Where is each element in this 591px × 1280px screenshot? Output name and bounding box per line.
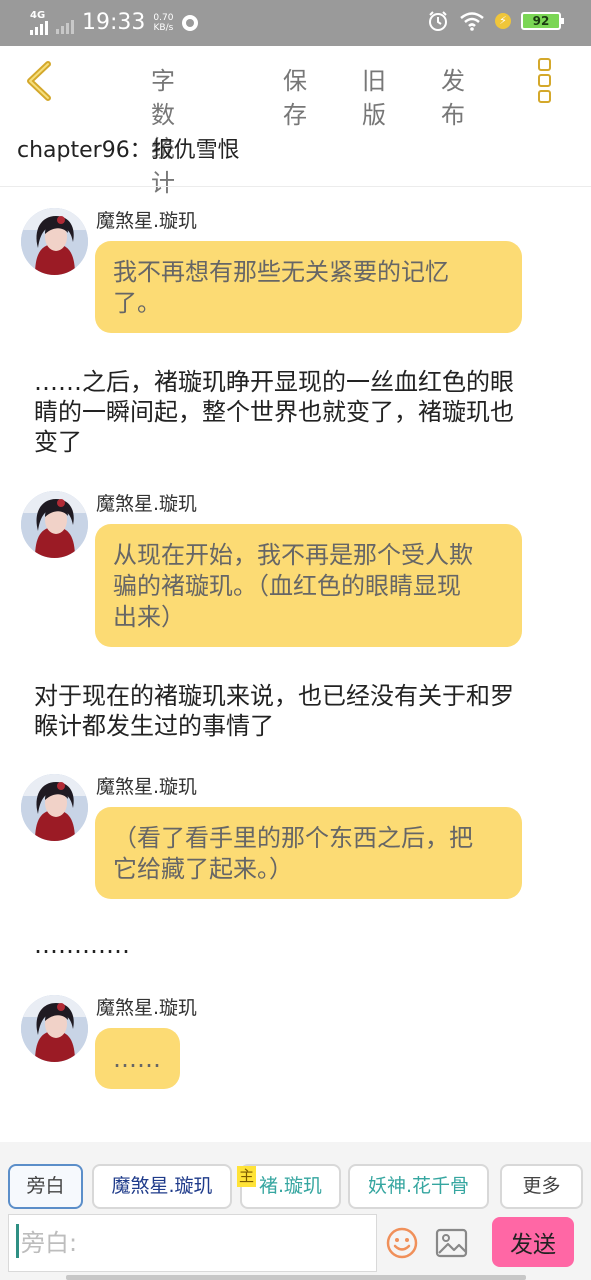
speaker-name: 魔煞星.璇玑 [96, 210, 198, 232]
emoji-smile-icon[interactable] [386, 1227, 418, 1259]
image-icon[interactable] [435, 1228, 468, 1258]
message-bubble[interactable]: …… [95, 1028, 180, 1089]
narration-line: ………… [34, 931, 130, 959]
chevron-left-icon[interactable] [18, 58, 62, 104]
message-input-box[interactable] [8, 1214, 377, 1272]
speaker-name: 魔煞星.璇玑 [96, 493, 198, 515]
signal-icon: 4G [30, 11, 48, 35]
more-vertical-icon[interactable] [532, 58, 556, 106]
message-line: 了。 [113, 289, 161, 317]
message-line: 它给藏了起来。） [113, 855, 293, 883]
message-bubble[interactable]: （看了看手里的那个东西之后，把 它给藏了起来。） [95, 807, 522, 899]
clock: 19:33 [82, 10, 146, 35]
divider [0, 186, 591, 187]
message-line: …… [113, 1045, 161, 1073]
role-chip-moshaxing-xuanji[interactable]: 魔煞星.璇玑 [92, 1164, 232, 1209]
charging-icon: ⚡ [495, 13, 511, 29]
word-count-button[interactable]: 字数统计 [151, 64, 175, 200]
narration-line: 变了 [34, 428, 82, 456]
send-button[interactable]: 发送 [492, 1217, 574, 1267]
avatar[interactable] [21, 491, 88, 558]
main-character-badge: 主 [237, 1166, 256, 1187]
narration-line: 对于现在的褚璇玑来说，也已经没有关于和罗 [34, 682, 514, 710]
avatar[interactable] [21, 208, 88, 275]
message-line: （看了看手里的那个东西之后，把 [113, 824, 473, 852]
location-icon [182, 15, 199, 31]
narration-line: ……之后，褚璇玑睁开显现的一丝血红色的眼 [34, 368, 514, 396]
battery-icon: 92 [521, 12, 564, 30]
message-item: 魔煞星.璇玑 我不再想有那些无关紧要的记忆 了。 [0, 208, 591, 343]
speed-value: 0.70 [153, 13, 174, 23]
narration-text[interactable]: 对于现在的褚璇玑来说，也已经没有关于和罗 睺计都发生过的事情了 [34, 681, 564, 741]
message-item: 魔煞星.璇玑 （看了看手里的那个东西之后，把 它给藏了起来。） [0, 774, 591, 909]
avatar[interactable] [21, 995, 88, 1062]
message-line: 出来） [113, 603, 185, 631]
narration-line: 睺计都发生过的事情了 [34, 712, 274, 740]
old-version-button[interactable]: 旧版 [362, 64, 386, 132]
message-bubble[interactable]: 我不再想有那些无关紧要的记忆 了。 [95, 241, 522, 333]
message-line: 从现在开始，我不再是那个受人欺 [113, 541, 473, 569]
publish-button[interactable]: 发布 [441, 64, 465, 132]
speaker-name: 魔煞星.璇玑 [96, 997, 198, 1019]
network-type: 4G [30, 10, 46, 21]
save-button[interactable]: 保存 [283, 64, 307, 132]
network-speed: 0.70 KB/s [153, 13, 173, 33]
alarm-icon [429, 11, 447, 31]
narration-text[interactable]: ……之后，褚璇玑睁开显现的一丝血红色的眼 睛的一瞬间起，整个世界也就变了，褚璇玑… [34, 367, 564, 457]
message-input[interactable] [9, 1215, 376, 1271]
status-right: ⚡ 92 [427, 10, 564, 32]
message-item: 魔煞星.璇玑 从现在开始，我不再是那个受人欺 骗的褚璇玑。（血红色的眼睛显现 出… [0, 491, 591, 656]
narration-text[interactable]: ………… [34, 930, 564, 960]
avatar[interactable] [21, 774, 88, 841]
message-line: 骗的褚璇玑。（血红色的眼睛显现 [113, 572, 461, 600]
status-bar: 4G 19:33 0.70 KB/s ⚡ 92 [0, 0, 591, 46]
message-bubble[interactable]: 从现在开始，我不再是那个受人欺 骗的褚璇玑。（血红色的眼睛显现 出来） [95, 524, 522, 647]
role-chip-narrator[interactable]: 旁白 [8, 1164, 83, 1209]
wifi-icon [460, 12, 484, 31]
chapter-title: chapter96：报仇雪恨 [17, 138, 240, 163]
speed-unit: KB/s [153, 23, 174, 33]
battery-level: 92 [532, 14, 550, 28]
message-item: 魔煞星.璇玑 …… [0, 995, 591, 1100]
role-chip-yaoshen-huaqiangu[interactable]: 妖神.花千骨 [348, 1164, 489, 1209]
navigation-bar [66, 1275, 526, 1280]
speaker-name: 魔煞星.璇玑 [96, 776, 198, 798]
app-toolbar: 字数统计 保存 旧版 发布 [0, 46, 591, 197]
message-line: 我不再想有那些无关紧要的记忆 [113, 258, 449, 286]
status-left: 4G 19:33 0.70 KB/s [30, 8, 199, 38]
more-roles-button[interactable]: 更多 [500, 1164, 583, 1209]
text-cursor [16, 1224, 19, 1258]
signal-secondary-icon [56, 20, 74, 34]
narration-line: 睛的一瞬间起，整个世界也就变了，褚璇玑也 [34, 398, 514, 426]
